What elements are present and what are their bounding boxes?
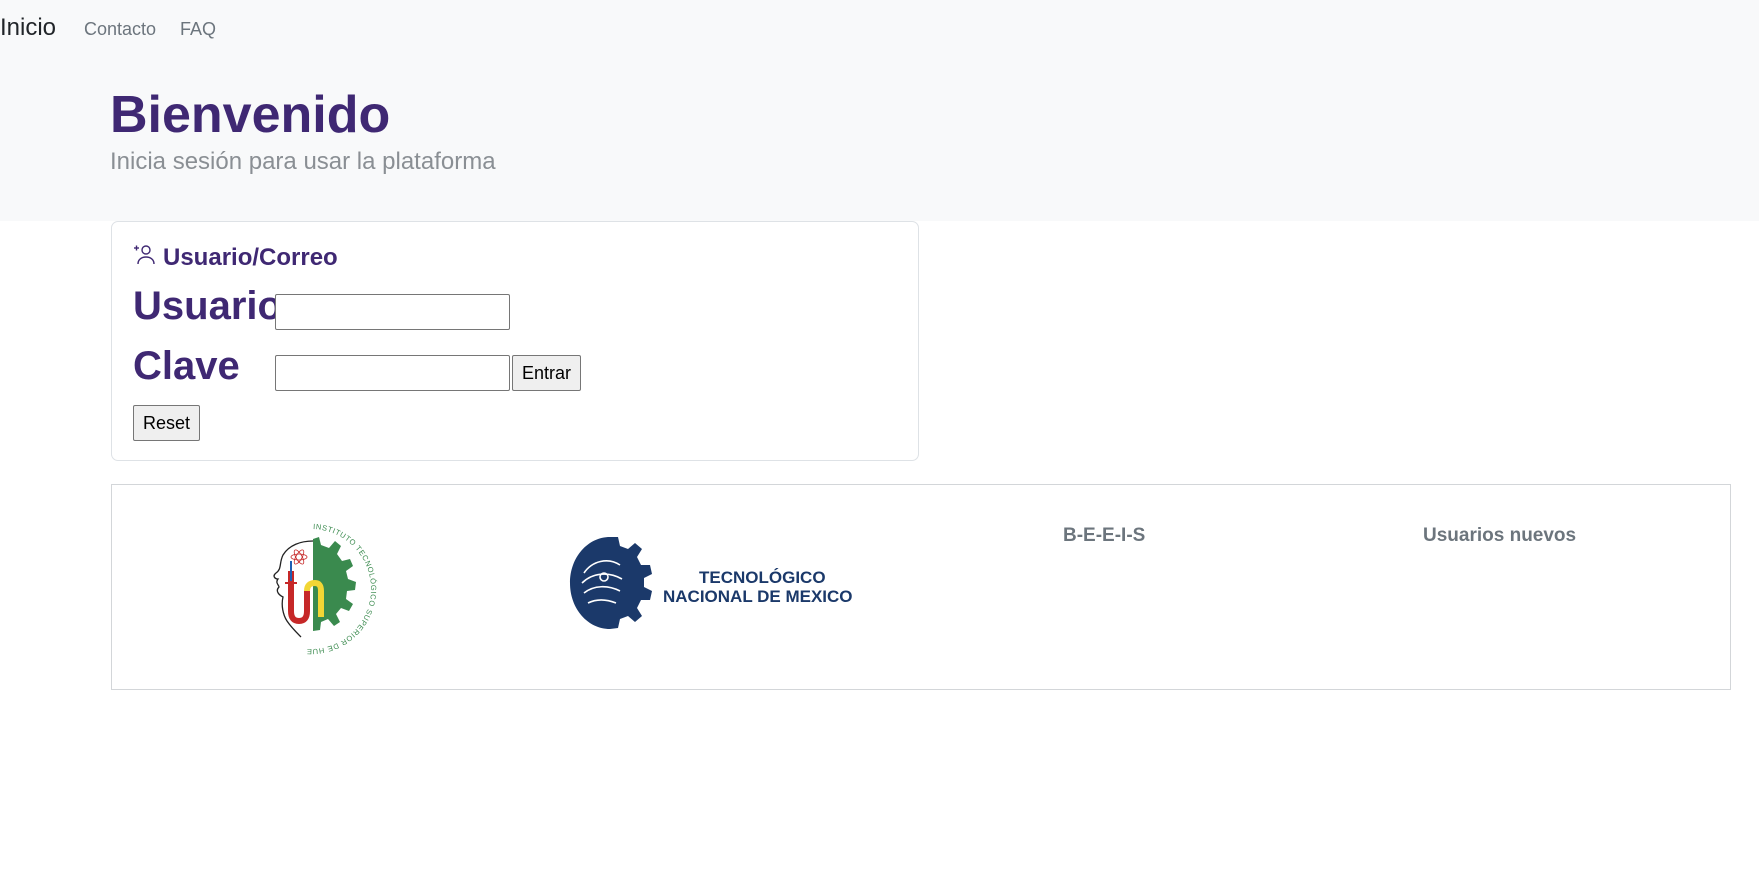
password-label: Clave (133, 344, 240, 388)
page-subtitle: Inicia sesión para usar la plataforma (110, 148, 496, 175)
footer-title-usuarios-nuevos: Usuarios nuevos (1423, 525, 1577, 546)
nav-link-faq[interactable]: FAQ (180, 19, 216, 40)
login-card-title: Usuario/Correo (163, 243, 338, 271)
password-input[interactable] (275, 355, 510, 391)
footer-logos: INSTITUTO TECNOLÓGICO SUPERIOR DE HUETAM… (111, 484, 1731, 690)
submit-button[interactable]: Entrar (512, 355, 582, 391)
nav-brand-inicio[interactable]: Inicio (0, 14, 56, 42)
login-card-header: Usuario/Correo (133, 243, 338, 272)
page-title: Bienvenido (110, 86, 391, 144)
tecnm-logo-line1: TECNOLÓGICO (699, 568, 826, 587)
footer-title-beeis: B-E-E-I-S (1063, 525, 1146, 546)
add-user-icon (133, 243, 157, 272)
nav-link-contacto[interactable]: Contacto (84, 19, 156, 40)
username-label: Usuario (133, 284, 282, 328)
tecnm-logo-line2: NACIONAL DE MEXICO (663, 587, 853, 606)
username-input[interactable] (275, 294, 510, 330)
login-card: Usuario/Correo Usuario Clave Entrar Rese… (111, 221, 919, 461)
page-header: Inicio Contacto FAQ Bienvenido Inicia se… (0, 0, 1759, 221)
reset-button[interactable]: Reset (133, 405, 201, 441)
tecnm-logo (562, 533, 658, 644)
institute-logo: INSTITUTO TECNOLÓGICO SUPERIOR DE HUETAM… (246, 514, 389, 666)
